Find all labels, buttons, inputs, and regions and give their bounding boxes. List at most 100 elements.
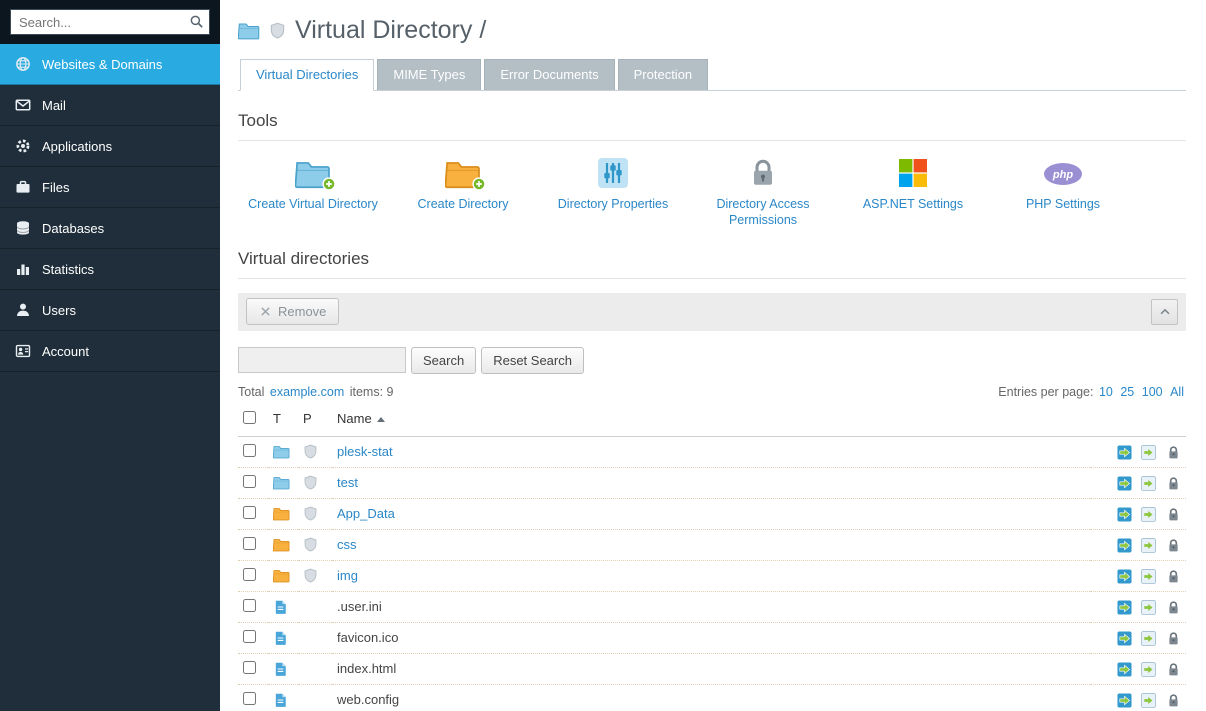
permissions-lock-icon[interactable]	[1166, 693, 1181, 708]
permissions-lock-icon[interactable]	[1166, 445, 1181, 460]
column-type: T	[268, 403, 298, 437]
table-row: App_Data	[238, 498, 1186, 529]
directory-access-permissions-button[interactable]: Directory Access Permissions	[688, 153, 838, 229]
row-name-link[interactable]: css	[337, 537, 357, 552]
entries-per-page-label: Entries per page:	[998, 385, 1093, 399]
database-icon	[15, 220, 31, 236]
list-toolbar: Remove	[238, 293, 1186, 331]
row-checkbox[interactable]	[243, 475, 256, 488]
sidebar-item-websites-domains[interactable]: Websites & Domains	[0, 44, 220, 85]
folder-icon	[273, 506, 290, 521]
row-checkbox[interactable]	[243, 568, 256, 581]
reset-search-button[interactable]: Reset Search	[481, 347, 584, 374]
sidebar-item-label: Statistics	[42, 262, 94, 277]
tab-protection[interactable]: Protection	[618, 59, 709, 90]
aspnet-settings-button[interactable]: ASP.NET Settings	[838, 153, 988, 229]
permissions-lock-icon[interactable]	[1166, 507, 1181, 522]
sidebar-search	[0, 0, 220, 44]
table-row: web.config	[238, 684, 1186, 711]
permissions-lock-icon[interactable]	[1166, 476, 1181, 491]
tab-error-documents[interactable]: Error Documents	[484, 59, 614, 90]
open-directory-icon[interactable]	[1117, 476, 1132, 491]
sidebar-item-label: Applications	[42, 139, 112, 154]
permissions-lock-icon[interactable]	[1166, 538, 1181, 553]
directory-properties-icon[interactable]	[1141, 662, 1156, 677]
create-virtual-directory-button[interactable]: Create Virtual Directory	[238, 153, 388, 229]
row-checkbox[interactable]	[243, 506, 256, 519]
row-name-link[interactable]: test	[337, 475, 358, 490]
entries-option-25[interactable]: 25	[1120, 385, 1134, 399]
file-icon	[273, 661, 288, 677]
search-button[interactable]: Search	[411, 347, 476, 374]
briefcase-icon	[15, 179, 31, 195]
directory-properties-icon[interactable]	[1141, 631, 1156, 646]
row-name-link[interactable]: plesk-stat	[337, 444, 393, 459]
collapse-toolbar-button[interactable]	[1151, 299, 1178, 325]
tools-heading: Tools	[238, 111, 1186, 141]
file-icon	[273, 630, 288, 646]
select-all-checkbox[interactable]	[243, 411, 256, 424]
list-search-row: Search Reset Search	[238, 347, 1186, 374]
filter-input[interactable]	[238, 347, 406, 373]
open-directory-icon[interactable]	[1117, 569, 1132, 584]
tab-mime-types[interactable]: MIME Types	[377, 59, 481, 90]
row-name-link[interactable]: App_Data	[337, 506, 395, 521]
permissions-lock-icon[interactable]	[1166, 600, 1181, 615]
open-directory-icon[interactable]	[1117, 631, 1132, 646]
open-directory-icon[interactable]	[1117, 600, 1132, 615]
directory-properties-icon[interactable]	[1141, 600, 1156, 615]
column-name[interactable]: Name	[332, 403, 1090, 437]
sidebar-item-account[interactable]: Account	[0, 331, 220, 372]
row-checkbox[interactable]	[243, 661, 256, 674]
row-name-link[interactable]: img	[337, 568, 358, 583]
row-checkbox[interactable]	[243, 537, 256, 550]
permissions-lock-icon[interactable]	[1166, 662, 1181, 677]
search-icon[interactable]	[189, 14, 204, 29]
sidebar-item-applications[interactable]: Applications	[0, 126, 220, 167]
sort-ascending-icon	[377, 417, 385, 422]
remove-button[interactable]: Remove	[246, 298, 339, 325]
padlock-icon	[746, 157, 780, 189]
row-checkbox[interactable]	[243, 444, 256, 457]
open-directory-icon[interactable]	[1117, 445, 1132, 460]
page-header: Virtual Directory /	[238, 16, 1186, 45]
sidebar-item-label: Websites & Domains	[42, 57, 162, 72]
entries-option-all[interactable]: All	[1170, 385, 1184, 399]
row-checkbox[interactable]	[243, 599, 256, 612]
table-row: plesk-stat	[238, 436, 1186, 467]
entries-option-100[interactable]: 100	[1142, 385, 1163, 399]
table-row: favicon.ico	[238, 622, 1186, 653]
permissions-lock-icon[interactable]	[1166, 569, 1181, 584]
open-directory-icon[interactable]	[1117, 693, 1132, 708]
directory-properties-icon[interactable]	[1141, 569, 1156, 584]
directory-properties-button[interactable]: Directory Properties	[538, 153, 688, 229]
sidebar-item-mail[interactable]: Mail	[0, 85, 220, 126]
entries-per-page: Entries per page: 10 25 100 All	[998, 385, 1186, 399]
entries-option-10[interactable]: 10	[1099, 385, 1113, 399]
tab-virtual-directories[interactable]: Virtual Directories	[240, 59, 374, 91]
file-icon	[273, 599, 288, 615]
directory-properties-icon[interactable]	[1141, 445, 1156, 460]
row-checkbox[interactable]	[243, 692, 256, 705]
row-checkbox[interactable]	[243, 630, 256, 643]
sidebar-item-statistics[interactable]: Statistics	[0, 249, 220, 290]
directory-properties-icon[interactable]	[1141, 538, 1156, 553]
domain-link[interactable]: example.com	[270, 385, 344, 399]
sidebar-item-databases[interactable]: Databases	[0, 208, 220, 249]
permissions-lock-icon[interactable]	[1166, 631, 1181, 646]
sidebar-item-users[interactable]: Users	[0, 290, 220, 331]
sidebar-item-label: Users	[42, 303, 76, 318]
table-header-row: T P Name	[238, 403, 1186, 437]
php-settings-button[interactable]: PHP Settings	[988, 153, 1138, 229]
directory-properties-icon[interactable]	[1141, 693, 1156, 708]
open-directory-icon[interactable]	[1117, 538, 1132, 553]
sidebar-item-files[interactable]: Files	[0, 167, 220, 208]
directory-properties-icon[interactable]	[1141, 476, 1156, 491]
search-input[interactable]	[10, 9, 210, 35]
directory-properties-icon[interactable]	[1141, 507, 1156, 522]
total-items-text: Total example.com items: 9	[238, 385, 393, 399]
create-directory-button[interactable]: Create Directory	[388, 153, 538, 229]
open-directory-icon[interactable]	[1117, 507, 1132, 522]
open-directory-icon[interactable]	[1117, 662, 1132, 677]
table-row: index.html	[238, 653, 1186, 684]
